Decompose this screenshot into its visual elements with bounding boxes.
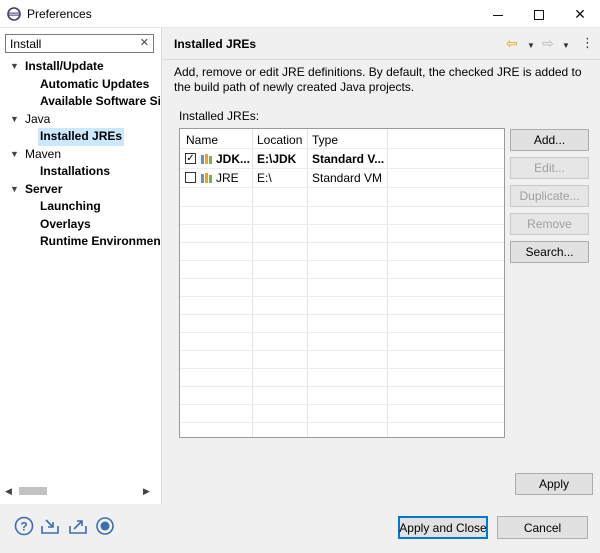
jre-name: JRE bbox=[216, 171, 239, 185]
tree-item-install-update[interactable]: ▼ Install/Update bbox=[0, 58, 160, 76]
jre-library-icon bbox=[201, 173, 212, 183]
row-divider bbox=[180, 260, 504, 261]
column-header-type[interactable]: Type bbox=[312, 133, 338, 147]
search-button[interactable]: Search... bbox=[510, 241, 589, 263]
cancel-button[interactable]: Cancel bbox=[497, 516, 588, 539]
column-divider[interactable] bbox=[307, 129, 308, 437]
close-button[interactable]: ✕ bbox=[562, 0, 598, 28]
apply-button[interactable]: Apply bbox=[515, 473, 593, 495]
eclipse-logo-icon bbox=[7, 7, 21, 21]
row-divider bbox=[180, 224, 504, 225]
row-divider bbox=[180, 368, 504, 369]
installed-jres-table[interactable]: Name Location Type ✓ JDK... E:\JDK Stand… bbox=[179, 128, 505, 438]
tree-item-runtime-environments[interactable]: Runtime Environmen bbox=[0, 233, 160, 251]
title-bar: Preferences ✕ bbox=[0, 0, 600, 28]
column-header-location[interactable]: Location bbox=[257, 133, 302, 147]
tree-item-java[interactable]: ▼ Java bbox=[0, 111, 160, 129]
jre-location: E:\JDK bbox=[257, 152, 297, 166]
view-menu-icon[interactable]: ⋮ bbox=[581, 34, 594, 52]
page-header: Installed JREs ⇦ ▼ ⇨ ▼ ⋮ bbox=[163, 28, 600, 60]
duplicate-button[interactable]: Duplicate... bbox=[510, 185, 589, 207]
remove-button[interactable]: Remove bbox=[510, 213, 589, 235]
scrollbar-thumb[interactable] bbox=[19, 487, 47, 495]
forward-arrow-icon[interactable]: ⇨ bbox=[542, 34, 554, 52]
installed-jres-label: Installed JREs: bbox=[179, 109, 260, 123]
tree-item-automatic-updates[interactable]: Automatic Updates bbox=[0, 76, 160, 94]
preferences-tree-pane: ✕ ▼ Install/Update Automatic Updates Ava… bbox=[0, 28, 162, 504]
tree-item-installations[interactable]: Installations bbox=[0, 163, 160, 181]
back-arrow-icon[interactable]: ⇦ bbox=[506, 34, 518, 52]
row-divider bbox=[180, 296, 504, 297]
tree-item-label: Available Software Si bbox=[40, 94, 160, 108]
scroll-left-icon[interactable]: ◀ bbox=[5, 483, 12, 499]
row-divider bbox=[180, 386, 504, 387]
expand-chevron-icon[interactable]: ▼ bbox=[10, 111, 20, 129]
page-title: Installed JREs bbox=[174, 37, 257, 51]
expand-chevron-icon[interactable]: ▼ bbox=[10, 146, 20, 164]
filter-input[interactable] bbox=[6, 35, 131, 52]
page-description: Add, remove or edit JRE definitions. By … bbox=[174, 65, 582, 94]
export-icon[interactable] bbox=[68, 516, 88, 536]
record-icon[interactable] bbox=[95, 516, 115, 536]
jre-type: Standard V... bbox=[312, 152, 385, 166]
row-divider bbox=[180, 314, 504, 315]
row-divider bbox=[180, 187, 504, 188]
import-icon[interactable] bbox=[40, 516, 60, 536]
maximize-icon bbox=[534, 10, 544, 21]
close-icon: ✕ bbox=[574, 6, 586, 22]
row-divider bbox=[180, 404, 504, 405]
help-icon[interactable]: ? bbox=[14, 516, 34, 536]
column-divider[interactable] bbox=[387, 129, 388, 437]
preferences-tree: ▼ Install/Update Automatic Updates Avail… bbox=[0, 58, 160, 251]
tree-item-label: Launching bbox=[40, 199, 101, 213]
jre-type: Standard VM bbox=[312, 171, 383, 185]
tree-item-label: Automatic Updates bbox=[40, 76, 150, 91]
horizontal-scrollbar[interactable]: ◀ ▶ bbox=[5, 483, 155, 499]
minimize-button[interactable] bbox=[480, 0, 516, 28]
row-divider bbox=[180, 350, 504, 351]
tree-item-label: Server bbox=[25, 181, 63, 196]
row-divider bbox=[180, 332, 504, 333]
tree-item-overlays[interactable]: Overlays bbox=[0, 216, 160, 234]
row-divider bbox=[180, 278, 504, 279]
back-dropdown-icon[interactable]: ▼ bbox=[527, 37, 535, 55]
column-divider[interactable] bbox=[252, 129, 253, 437]
column-header-name[interactable]: Name bbox=[186, 133, 218, 147]
svg-text:?: ? bbox=[20, 520, 27, 534]
jre-location: E:\ bbox=[257, 171, 272, 185]
apply-and-close-button[interactable]: Apply and Close bbox=[398, 516, 488, 539]
expand-chevron-icon[interactable]: ▼ bbox=[10, 181, 20, 199]
tree-item-label: Install/Update bbox=[25, 59, 104, 73]
tree-item-label: Overlays bbox=[40, 216, 91, 231]
filter-field[interactable]: ✕ bbox=[5, 34, 154, 53]
jre-name: JDK... bbox=[216, 152, 251, 166]
expand-chevron-icon[interactable]: ▼ bbox=[10, 58, 20, 76]
header-divider bbox=[180, 148, 504, 149]
tree-item-label: Runtime Environmen bbox=[40, 234, 160, 248]
forward-dropdown-icon[interactable]: ▼ bbox=[562, 37, 570, 55]
jre-checkbox-unchecked[interactable] bbox=[185, 172, 196, 183]
jre-checkbox-checked[interactable]: ✓ bbox=[185, 153, 196, 164]
row-divider bbox=[180, 242, 504, 243]
row-divider bbox=[180, 206, 504, 207]
row-divider bbox=[180, 168, 504, 169]
tree-item-launching[interactable]: Launching bbox=[0, 198, 160, 216]
scroll-right-icon[interactable]: ▶ bbox=[143, 483, 150, 499]
window-title: Preferences bbox=[27, 7, 92, 21]
tree-item-available-software-sites[interactable]: Available Software Si bbox=[0, 93, 160, 111]
tree-item-label: Installed JREs bbox=[38, 128, 125, 146]
tree-item-maven[interactable]: ▼ Maven bbox=[0, 146, 160, 164]
maximize-button[interactable] bbox=[521, 0, 557, 28]
add-button[interactable]: Add... bbox=[510, 129, 589, 151]
tree-item-label: Java bbox=[25, 111, 51, 126]
tree-item-label: Installations bbox=[40, 164, 111, 178]
edit-button[interactable]: Edit... bbox=[510, 157, 589, 179]
tree-item-installed-jres[interactable]: Installed JREs bbox=[0, 128, 160, 146]
tree-item-server[interactable]: ▼ Server bbox=[0, 181, 160, 199]
row-divider bbox=[180, 422, 504, 423]
tree-item-label: Maven bbox=[25, 146, 62, 161]
clear-filter-icon[interactable]: ✕ bbox=[140, 36, 149, 49]
minimize-icon bbox=[493, 14, 503, 16]
jre-library-icon bbox=[201, 154, 212, 164]
